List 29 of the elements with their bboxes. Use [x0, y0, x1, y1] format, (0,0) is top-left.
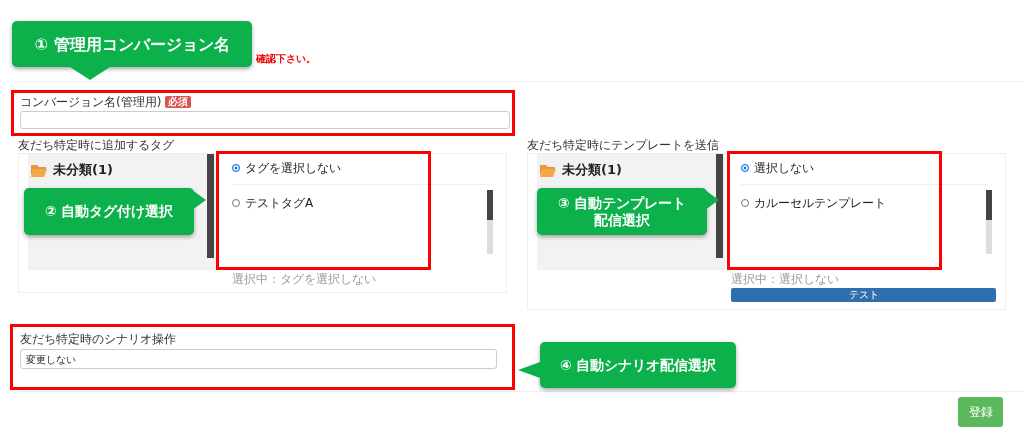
radio-button[interactable]	[232, 164, 240, 172]
folder-icon	[540, 163, 556, 177]
test-button[interactable]: テスト	[731, 288, 996, 302]
radio-option[interactable]: タグを選択しない	[232, 160, 489, 176]
input-field[interactable]	[20, 111, 510, 129]
folder-item[interactable]: 未分類(1)	[31, 162, 113, 178]
callout-tail	[70, 67, 110, 80]
radio-option[interactable]: カルーセルテンプレート	[741, 195, 988, 211]
radio-button[interactable]	[741, 199, 749, 207]
selection-status: 選択中：選択しない	[731, 271, 840, 288]
select-field[interactable]: 変更しない	[20, 349, 497, 369]
callout-tail	[518, 362, 540, 378]
section-label: 友だち特定時に追加するタグ	[18, 138, 175, 153]
section-label: 友だち特定時にテンプレートを送信	[527, 138, 720, 153]
radio-option[interactable]: テストタグA	[232, 195, 489, 211]
field-label: 友だち特定時のシナリオ操作	[20, 332, 177, 347]
scrollbar	[986, 190, 992, 254]
callout-tail	[192, 190, 206, 210]
radio-button[interactable]	[232, 199, 240, 207]
field-label: コンバージョン名(管理用)	[20, 93, 162, 111]
folder-icon	[31, 163, 47, 177]
radio-button[interactable]	[741, 164, 749, 172]
warning-notice: 確認下さい。	[256, 53, 316, 65]
radio-option[interactable]: 選択しない	[741, 160, 988, 176]
callout-tail	[705, 190, 719, 210]
selection-status: 選択中：タグを選択しない	[232, 271, 377, 288]
scrollbar	[487, 190, 493, 254]
required-badge: 必須	[165, 95, 192, 108]
folder-item[interactable]: 未分類(1)	[540, 162, 622, 178]
